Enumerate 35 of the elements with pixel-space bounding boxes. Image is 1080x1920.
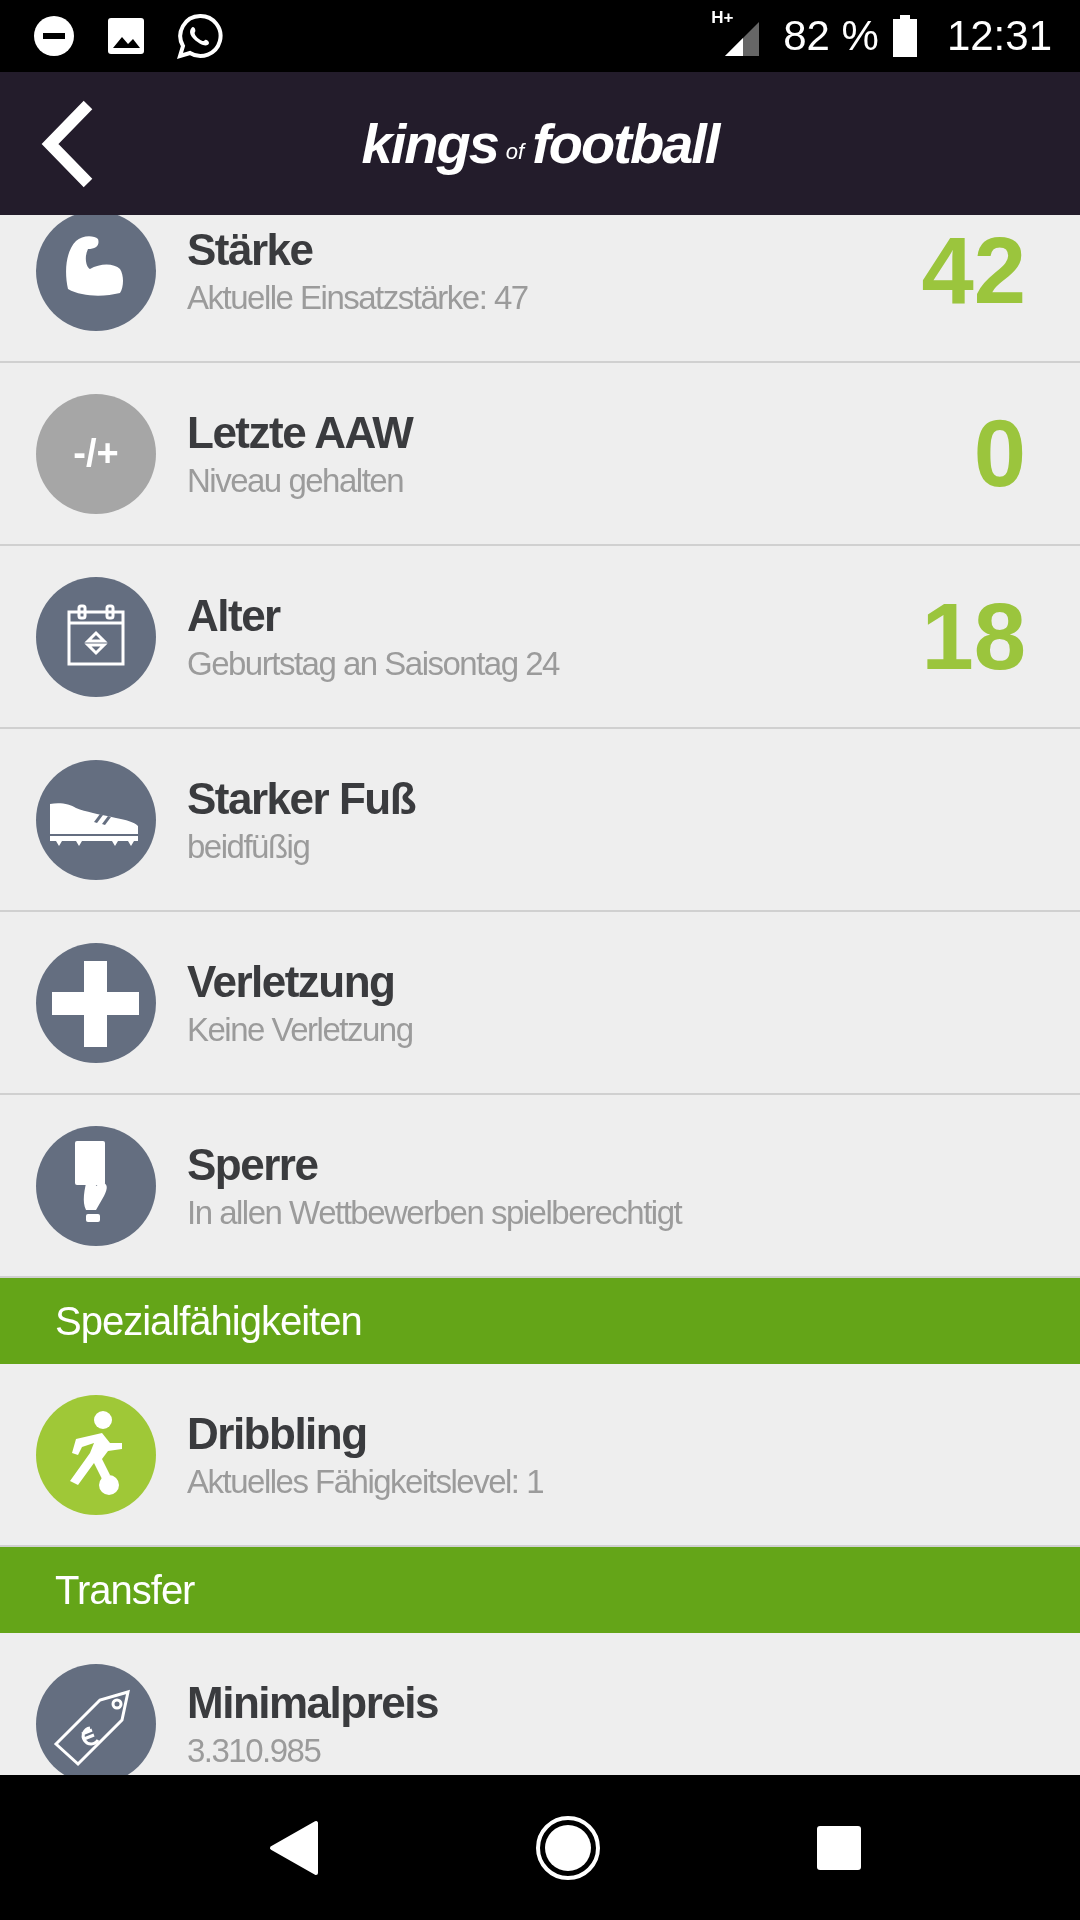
- row-subtitle: Aktuelle Einsatzstärke: 47: [187, 278, 529, 317]
- section-header: Spezialfähigkeiten: [0, 1278, 1080, 1364]
- back-nav-icon[interactable]: [267, 1818, 320, 1877]
- section-header: Transfer: [0, 1547, 1080, 1633]
- row-subtitle: 3.310.985: [187, 1731, 322, 1770]
- row-title: Dribbling: [187, 1408, 368, 1459]
- row-subtitle: beidfüßig: [187, 827, 311, 866]
- row-title: Verletzung: [187, 956, 396, 1007]
- battery-percent: 82 %: [783, 12, 879, 60]
- clock: 12:31: [946, 12, 1052, 60]
- do-not-disturb-icon: [32, 14, 76, 58]
- row-title: Alter: [187, 590, 282, 641]
- recents-nav-icon[interactable]: [816, 1824, 863, 1871]
- stat-value: 18: [921, 582, 1026, 691]
- battery-icon: [892, 15, 917, 57]
- row-title: Stärke: [187, 224, 314, 275]
- row-title: Letzte AAW: [187, 407, 415, 458]
- row-title: Minimalpreis: [187, 1677, 439, 1728]
- logo-text: of: [505, 138, 525, 165]
- chat-bubble-icon: [176, 12, 224, 60]
- stat-value: 0: [973, 399, 1026, 508]
- row-subtitle: Geburtstag an Saisontag 24: [187, 644, 561, 683]
- network-type: H+: [711, 8, 734, 28]
- row-title: Starker Fuß: [187, 773, 417, 824]
- stat-value: 42: [921, 216, 1026, 325]
- image-icon: [106, 16, 146, 56]
- row-subtitle: In allen Wettbewerben spielberechtigt: [187, 1193, 683, 1232]
- plus-minus-icon: -/+: [36, 393, 156, 514]
- row-title: Sperre: [187, 1139, 319, 1190]
- row-subtitle: Keine Verletzung: [187, 1010, 414, 1049]
- row-subtitle: Niveau gehalten: [187, 461, 404, 500]
- logo-text: football: [532, 111, 719, 176]
- row-subtitle: Aktuelles Fähigkeitslevel: 1: [187, 1462, 545, 1501]
- home-nav-icon[interactable]: [535, 1814, 601, 1881]
- logo-text: kings: [361, 111, 498, 176]
